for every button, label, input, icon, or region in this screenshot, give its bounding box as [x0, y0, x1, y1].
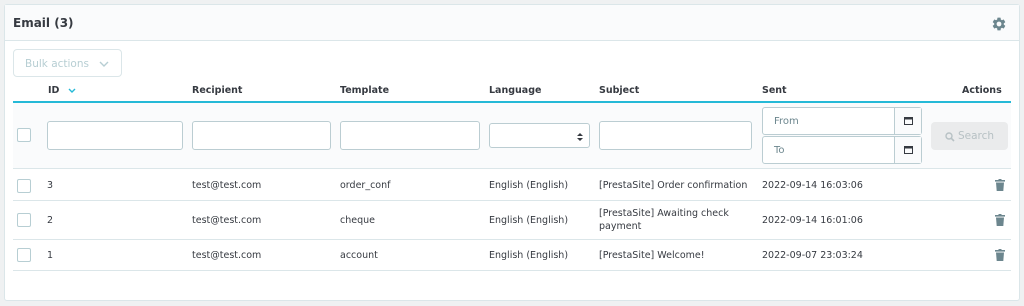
cell-recipient: test@test.com: [192, 215, 262, 226]
panel-header: Email (3): [5, 5, 1019, 41]
id-filter-input[interactable]: [47, 121, 183, 150]
sent-to-date-input[interactable]: To: [762, 136, 922, 164]
cell-language: English (English): [489, 180, 569, 191]
gear-icon[interactable]: [991, 16, 1007, 32]
column-header-actions: Actions: [962, 85, 1002, 96]
column-header-recipient[interactable]: Recipient: [192, 85, 242, 96]
recipient-filter-input[interactable]: [192, 121, 331, 150]
panel-title: Email (3): [13, 16, 74, 30]
column-header-subject[interactable]: Subject: [599, 85, 639, 96]
row-checkbox[interactable]: [17, 213, 31, 227]
column-header-language[interactable]: Language: [489, 85, 541, 96]
cell-recipient: test@test.com: [192, 250, 262, 261]
search-button-label: Search: [958, 130, 995, 142]
column-header-template[interactable]: Template: [340, 85, 389, 96]
bulk-actions-label: Bulk actions: [25, 58, 89, 70]
template-filter-input[interactable]: [340, 121, 480, 150]
table-row: 1 test@test.com account English (English…: [13, 240, 1011, 271]
chevron-down-icon: [99, 61, 109, 67]
cell-subject: [PrestaSite] Awaiting check payment: [599, 208, 729, 232]
cell-template: cheque: [340, 215, 375, 226]
search-button[interactable]: Search: [931, 122, 1008, 150]
calendar-button[interactable]: [894, 108, 921, 134]
cell-sent: 2022-09-07 23:03:24: [762, 250, 863, 261]
cell-template: account: [340, 250, 378, 261]
row-checkbox[interactable]: [17, 248, 31, 262]
table-row: 3 test@test.com order_conf English (Engl…: [13, 170, 1011, 201]
sent-from-date-input[interactable]: From: [762, 107, 922, 135]
sent-from-placeholder: From: [774, 116, 799, 127]
table-row: 2 test@test.com cheque English (English)…: [13, 201, 1011, 240]
calendar-button[interactable]: [894, 137, 921, 163]
cell-recipient: test@test.com: [192, 180, 262, 191]
sort-arrows-icon: [577, 133, 583, 141]
subject-filter-input[interactable]: [599, 121, 752, 150]
calendar-icon: [904, 146, 913, 154]
trash-icon[interactable]: [995, 179, 1005, 191]
row-checkbox[interactable]: [17, 179, 31, 193]
cell-id: 2: [47, 215, 54, 226]
chevron-down-icon: [68, 88, 76, 93]
cell-language: English (English): [489, 250, 569, 261]
select-all-checkbox[interactable]: [17, 128, 31, 142]
trash-icon[interactable]: [995, 249, 1005, 261]
cell-subject: [PrestaSite] Order confirmation: [599, 180, 748, 191]
sent-to-placeholder: To: [774, 145, 785, 156]
column-header-sent[interactable]: Sent: [762, 85, 787, 96]
trash-icon[interactable]: [995, 214, 1005, 226]
cell-sent: 2022-09-14 16:03:06: [762, 180, 863, 191]
email-panel: Email (3) Bulk actions ID Recipient Temp…: [4, 4, 1020, 301]
cell-sent: 2022-09-14 16:01:06: [762, 215, 863, 226]
cell-subject: [PrestaSite] Welcome!: [599, 250, 705, 261]
cell-id: 3: [47, 180, 54, 191]
search-icon: [945, 132, 955, 142]
cell-id: 1: [47, 250, 54, 261]
column-header-id-label: ID: [48, 85, 60, 96]
bulk-actions-button[interactable]: Bulk actions: [13, 49, 122, 77]
calendar-icon: [904, 117, 913, 125]
column-header-id[interactable]: ID: [48, 85, 76, 96]
language-filter-select[interactable]: [489, 123, 590, 148]
cell-template: order_conf: [340, 180, 391, 191]
cell-language: English (English): [489, 215, 569, 226]
